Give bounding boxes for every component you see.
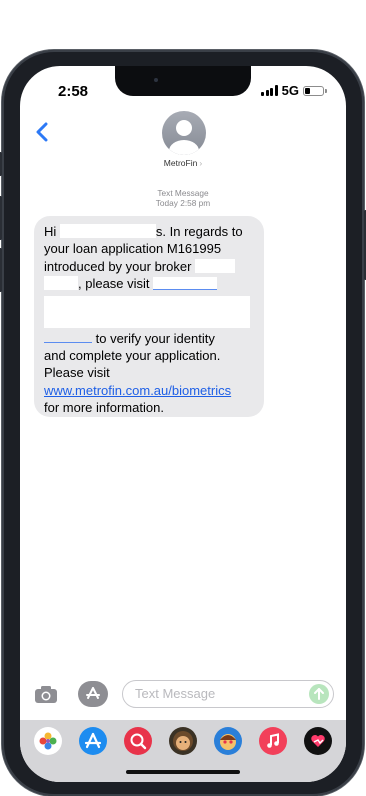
signal-icon [261,85,278,96]
redacted-link-block [44,295,250,328]
timestamp-time: Today 2:58 pm [155,198,211,208]
redacted-link-1 [153,277,218,291]
memoji-icon[interactable] [169,727,197,755]
digital-touch-icon[interactable] [304,727,332,755]
message-timestamp: Text Message Today 2:58 pm [20,188,346,208]
back-chevron-icon[interactable] [32,118,54,146]
message-input[interactable]: Text Message [122,680,334,708]
message-line-5: to verify your identity [95,330,215,346]
arrow-up-icon [314,688,324,700]
contact-avatar[interactable] [162,111,206,155]
timestamp-label: Text Message [157,188,209,198]
notch [115,66,251,96]
home-indicator[interactable] [126,770,240,774]
message-bubble[interactable]: Hi s. In regards to your loan applicatio… [34,216,264,417]
redacted-name [59,224,156,238]
message-line-2: your loan application M161995 [44,241,222,257]
camera-icon[interactable] [34,685,58,704]
photos-icon[interactable] [34,727,62,755]
person-icon [169,120,199,155]
message-line-7: Please visit [44,365,110,381]
compose-bar: Text Message [20,678,346,712]
battery-icon [303,85,327,96]
imessage-app-drawer [20,720,346,782]
message-line-4: , please visit [78,276,150,292]
status-time: 2:58 [58,83,89,100]
message-greeting: Hi [44,224,57,239]
message-line-6: and complete your application. [44,348,221,364]
redacted-link-2 [44,330,92,343]
redacted-broker [195,258,236,273]
message-line-1: s. In regards to [155,224,243,239]
message-line-3: introduced by your broker [44,258,192,274]
mute-switch [0,152,2,176]
redacted-broker-2 [44,276,78,291]
volume-down-button [0,248,2,292]
message-input-placeholder: Text Message [135,686,216,701]
music-icon[interactable] [259,727,287,755]
web-search-icon[interactable] [124,727,152,755]
contact-chevron-icon: › [199,158,203,168]
memoji-sticker-icon[interactable] [214,727,242,755]
biometrics-link[interactable]: www.metrofin.com.au/biometrics [44,383,231,398]
app-store-toggle-icon[interactable] [78,681,108,707]
contact-name[interactable]: MetroFin › [20,158,346,168]
network-label: 5G [281,83,299,98]
phone-screen: 2:58 5G MetroFin › Text Message Today 2:5… [20,66,346,782]
status-icons: 5G [261,83,327,98]
message-line-8: for more information. [44,400,164,416]
app-store-icon[interactable] [79,727,107,755]
volume-up-button [0,196,2,240]
send-button[interactable] [309,684,329,704]
contact-name-label: MetroFin [163,158,198,168]
